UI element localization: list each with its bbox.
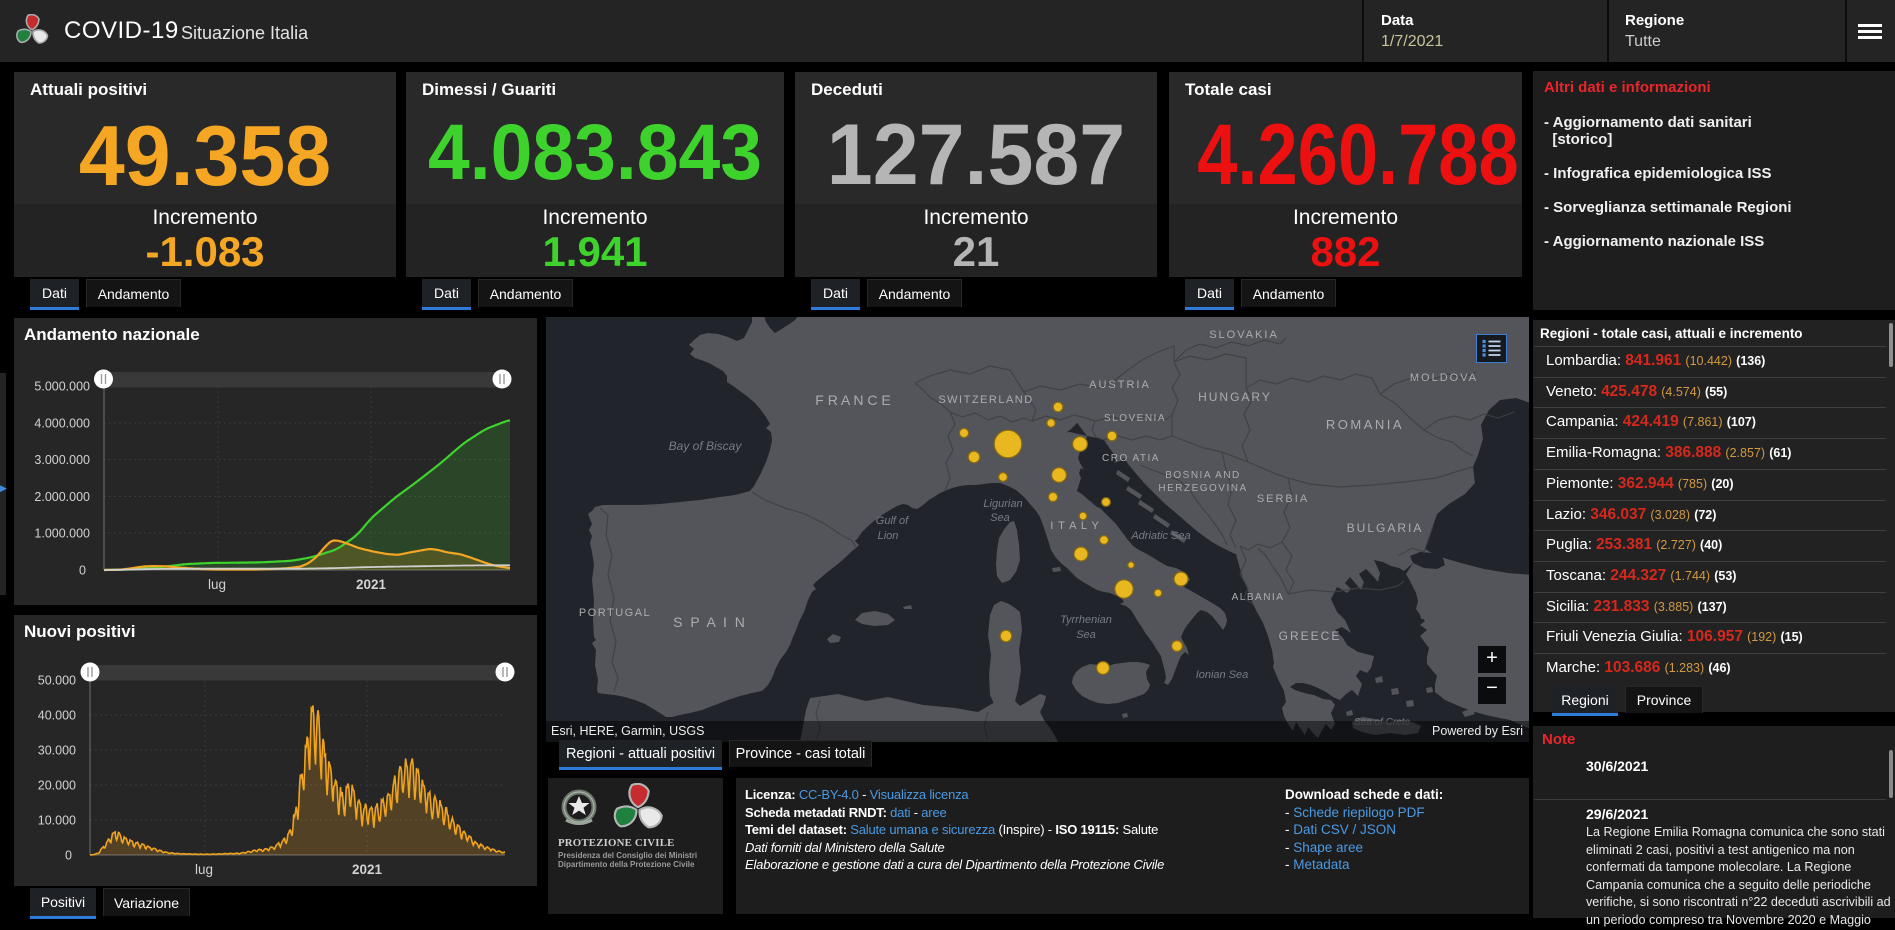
svg-text:Adriatic Sea: Adriatic Sea: [1130, 530, 1190, 542]
svg-text:S P A I N: S P A I N: [673, 614, 747, 630]
svg-text:lug: lug: [195, 862, 213, 877]
svg-text:Sea: Sea: [990, 512, 1010, 524]
svg-text:HUNGARY: HUNGARY: [1198, 390, 1272, 404]
svg-text:MOLDOVA: MOLDOVA: [1410, 372, 1478, 384]
svg-text:CRO ATIA: CRO ATIA: [1102, 453, 1160, 464]
svg-text:4.000.000: 4.000.000: [34, 417, 90, 431]
svg-text:Ionian Sea: Ionian Sea: [1196, 669, 1249, 681]
svg-text:Sea: Sea: [1076, 629, 1096, 641]
svg-text:SLOVAKIA: SLOVAKIA: [1209, 329, 1279, 341]
svg-text:lug: lug: [208, 577, 226, 592]
svg-text:ROMANIA: ROMANIA: [1326, 417, 1404, 432]
svg-text:2021: 2021: [356, 577, 387, 592]
svg-text:GREECE: GREECE: [1279, 629, 1342, 643]
svg-text:BULGARIA: BULGARIA: [1347, 521, 1424, 535]
svg-text:3.000.000: 3.000.000: [34, 453, 90, 467]
svg-text:F R A N C E: F R A N C E: [815, 392, 890, 408]
svg-text:10.000: 10.000: [38, 814, 76, 828]
svg-text:0: 0: [79, 564, 86, 578]
svg-text:PORTUGAL: PORTUGAL: [579, 607, 651, 619]
svg-text:0: 0: [65, 849, 72, 863]
svg-text:Lion: Lion: [878, 530, 899, 542]
svg-text:AUSTRIA: AUSTRIA: [1089, 379, 1151, 391]
svg-text:1.000.000: 1.000.000: [34, 527, 90, 541]
svg-text:Esri, HERE, Garmin, USGS: Esri, HERE, Garmin, USGS: [551, 724, 705, 738]
svg-text:50.000: 50.000: [38, 674, 76, 688]
svg-text:Powered by Esri: Powered by Esri: [1432, 724, 1523, 738]
svg-text:20.000: 20.000: [38, 779, 76, 793]
svg-text:BOSNIA AND: BOSNIA AND: [1165, 470, 1241, 481]
svg-text:5.000.000: 5.000.000: [34, 380, 90, 394]
svg-text:Bay of Biscay: Bay of Biscay: [669, 439, 743, 453]
svg-text:HERZEGOVINA: HERZEGOVINA: [1158, 483, 1247, 494]
svg-text:I T A L Y: I T A L Y: [1050, 520, 1100, 532]
svg-text:2.000.000: 2.000.000: [34, 490, 90, 504]
svg-text:Tyrrhenian: Tyrrhenian: [1060, 614, 1112, 626]
svg-text:SWITZERLAND: SWITZERLAND: [938, 394, 1033, 406]
svg-text:SLOVENIA: SLOVENIA: [1104, 413, 1166, 424]
svg-text:2021: 2021: [352, 862, 383, 877]
svg-text:40.000: 40.000: [38, 709, 76, 723]
svg-text:Gulf of: Gulf of: [876, 515, 909, 527]
svg-text:Ligurian: Ligurian: [983, 498, 1022, 510]
svg-text:30.000: 30.000: [38, 744, 76, 758]
svg-text:ALBANIA: ALBANIA: [1232, 592, 1285, 603]
svg-text:SERBIA: SERBIA: [1257, 493, 1309, 505]
